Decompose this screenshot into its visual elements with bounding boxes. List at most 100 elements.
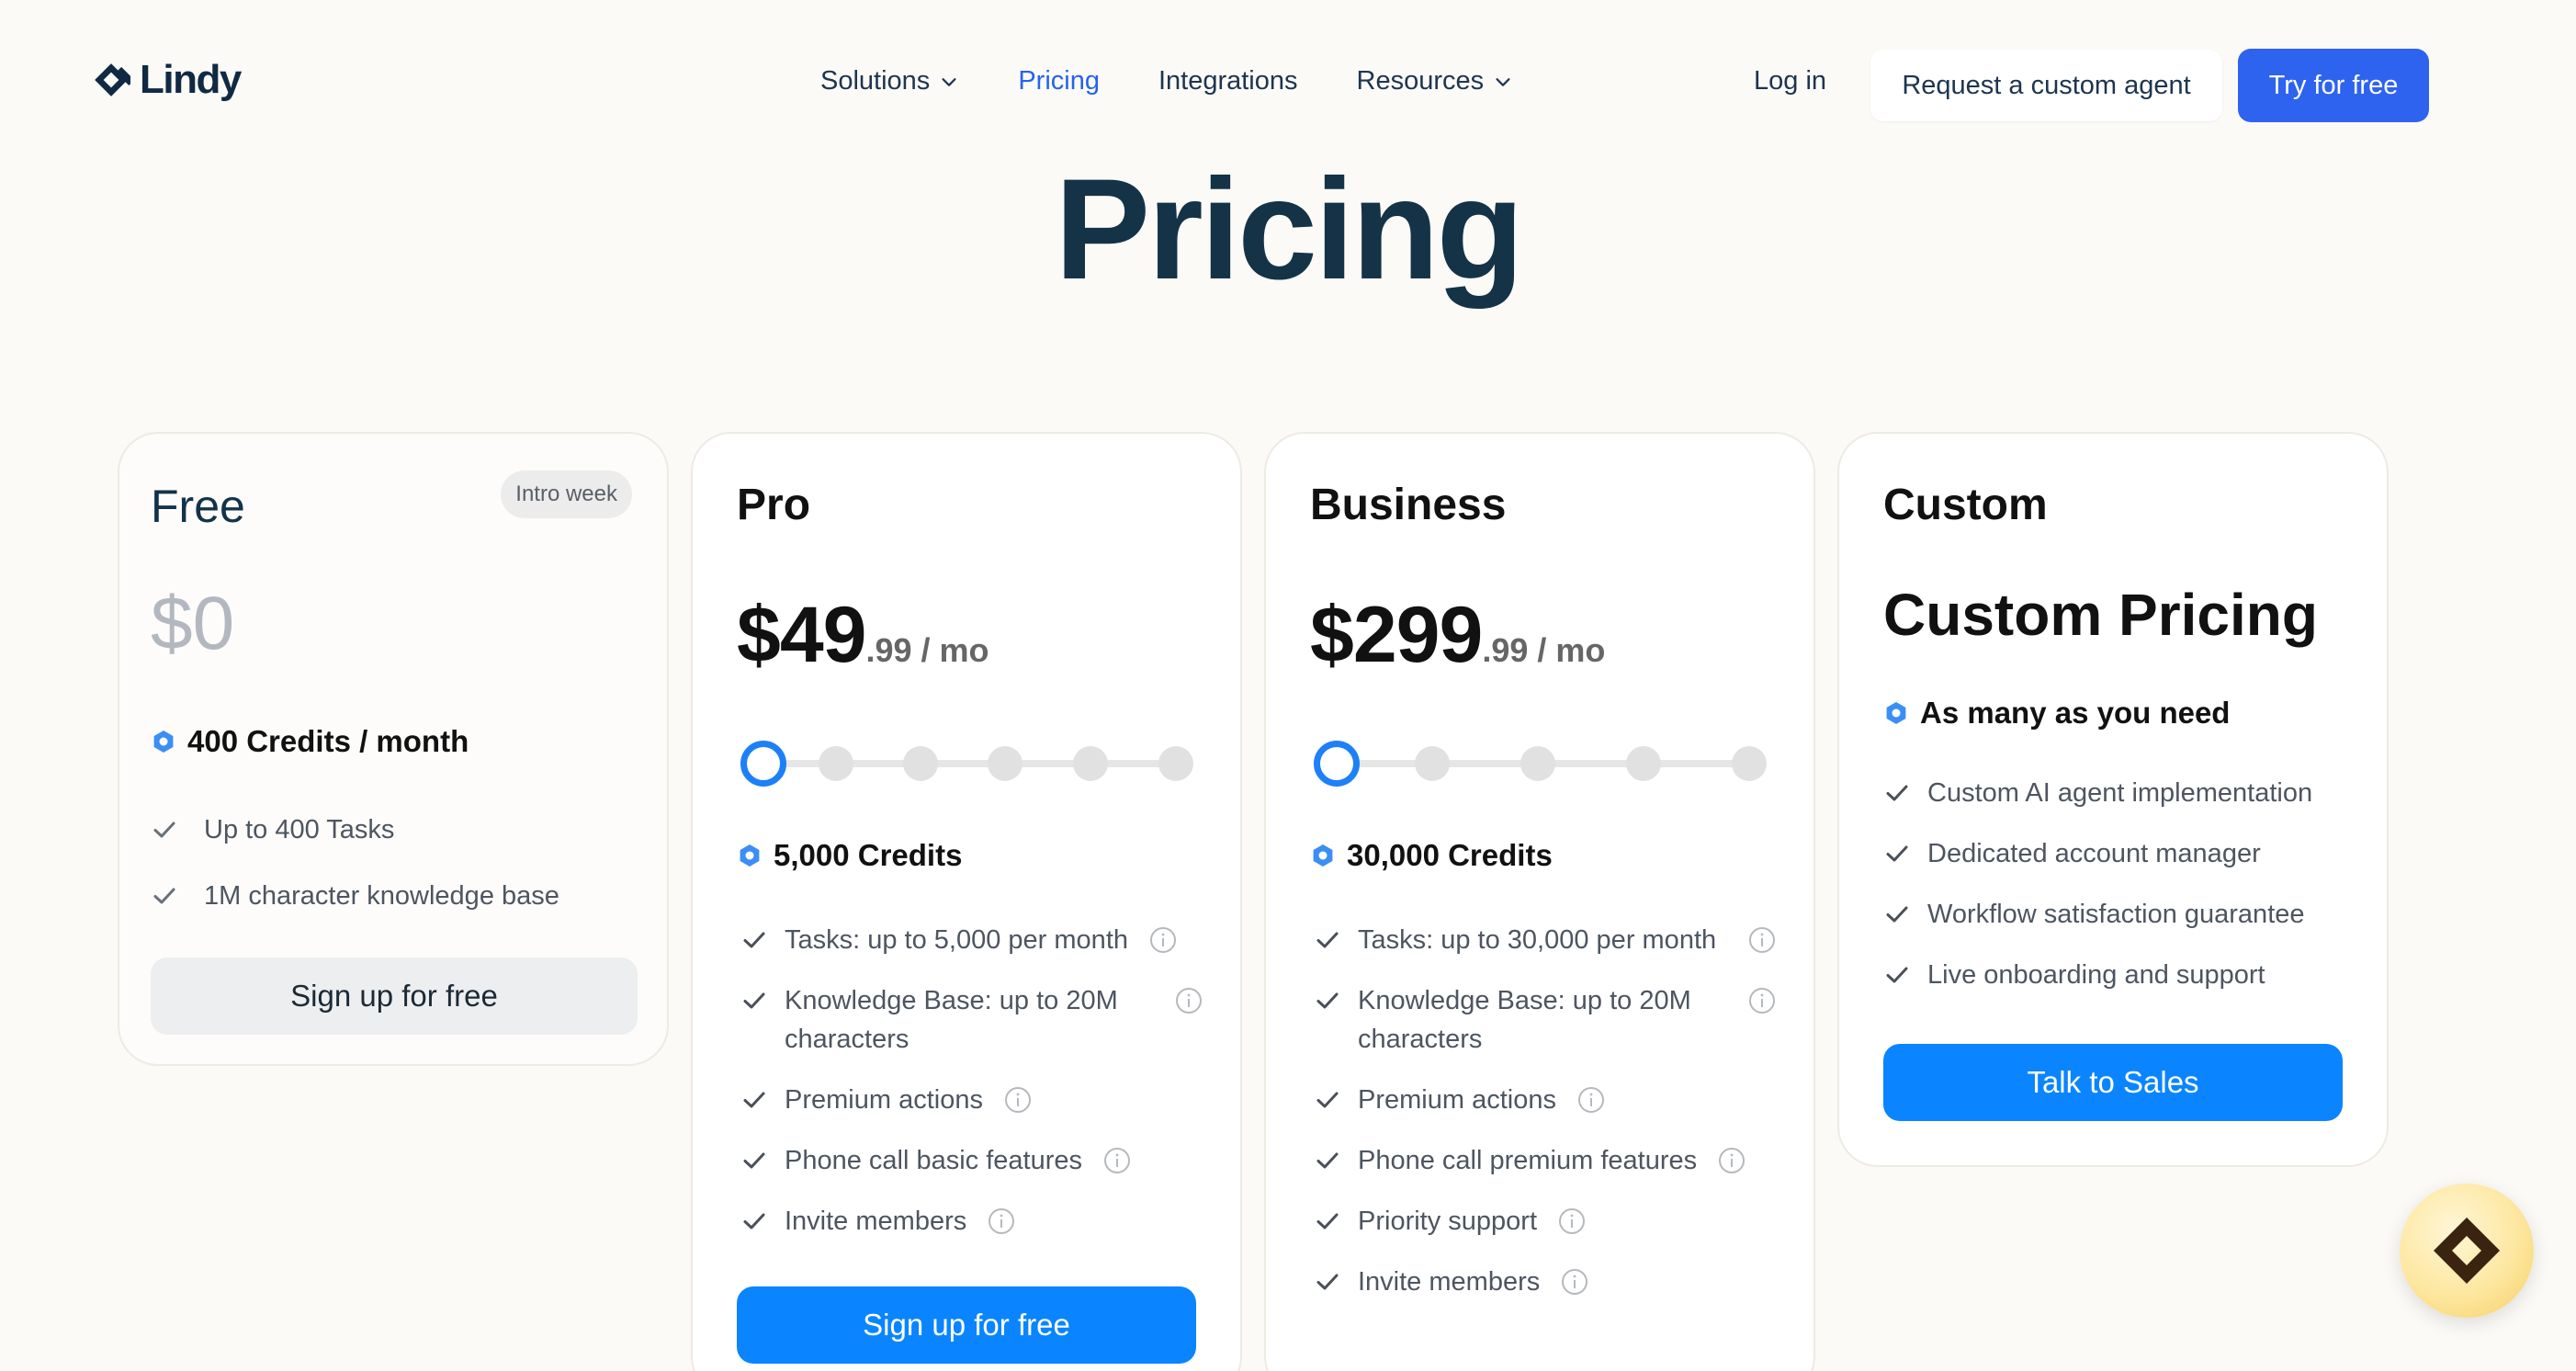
check-icon [1886,845,1908,862]
slider-step[interactable] [1073,746,1108,781]
feature-item: 1M character knowledge base [151,877,630,915]
feature-text: Invite members [1358,1267,1541,1297]
plan-name: Custom [1883,481,2048,529]
slider-handle[interactable] [740,741,786,787]
check-icon [1316,1274,1339,1290]
plan-credits-label: As many as you need [1920,696,2231,730]
info-icon[interactable] [1560,1267,1589,1297]
chevron-down-icon [1496,77,1510,86]
feature-text: Tasks: up to 5,000 per month [785,925,1128,955]
nav-integrations[interactable]: Integrations [1158,66,1298,96]
feature-item: Knowledge Base: up to 20M characters [1314,981,1777,1059]
check-icon [1316,1092,1339,1108]
feature-text: Phone call basic features [785,1146,1083,1175]
nav-pricing[interactable]: Pricing [1018,66,1100,96]
slider-step[interactable] [1520,746,1555,781]
slider-step[interactable] [988,746,1022,781]
plan-price: $49 .99 / mo [737,590,989,681]
plan-credits: As many as you need [1883,696,2230,731]
hexagon-credit-icon [1313,844,1333,867]
feature-text: Custom AI agent implementation [1927,778,2313,808]
feature-item: Invite members [740,1202,1203,1241]
feature-text: Priority support [1358,1207,1538,1236]
request-custom-agent-button[interactable]: Request a custom agent [1870,50,2222,121]
check-icon [743,1092,765,1108]
feature-text: Invite members [785,1207,967,1236]
feature-text: Knowledge Base: up to 20M characters [785,986,1118,1054]
pro-signup-button[interactable]: Sign up for free [737,1286,1196,1364]
slider-step[interactable] [1732,746,1767,781]
plan-credits-label: 5,000 Credits [774,838,963,872]
slider-step[interactable] [1626,746,1661,781]
plan-price: Custom Pricing [1883,582,2318,648]
nav-solutions[interactable]: Solutions [820,66,959,96]
price-main: $299 [1310,591,1483,679]
talk-to-sales-button[interactable]: Talk to Sales [1883,1044,2343,1121]
feature-item: Knowledge Base: up to 20M characters [740,981,1203,1059]
try-for-free-button[interactable]: Try for free [2238,49,2429,122]
feature-text: 1M character knowledge base [204,881,559,911]
brand-logo[interactable]: Lindy [92,57,242,103]
feature-item: Premium actions [1314,1081,1777,1119]
info-icon[interactable] [1102,1146,1132,1175]
check-icon [743,932,765,948]
nav-resources[interactable]: Resources [1357,66,1514,96]
feature-item: Invite members [1314,1263,1777,1301]
plan-credits: 400 Credits / month [151,724,469,759]
credits-slider[interactable] [1314,739,1773,787]
info-icon[interactable] [1148,925,1178,955]
feature-item: Workflow satisfaction guarantee [1883,895,2350,934]
nav-integrations-label: Integrations [1158,66,1298,96]
plan-card-free: Free Intro week $0 400 Credits / month U… [118,432,669,1066]
page-title: Pricing [1055,150,1524,310]
check-icon [153,821,175,838]
info-icon[interactable] [1557,1207,1587,1236]
feature-item: Live onboarding and support [1883,956,2350,994]
info-icon[interactable] [987,1207,1016,1236]
nav-solutions-label: Solutions [820,66,931,96]
feature-item: Phone call premium features [1314,1141,1777,1180]
info-icon[interactable] [1747,986,1777,1015]
hexagon-credit-icon [740,844,760,867]
login-link[interactable]: Log in [1754,66,1826,96]
intro-week-badge: Intro week [501,470,632,518]
plan-credits: 30,000 Credits [1310,838,1553,873]
main-nav: Solutions Pricing Integrations Resources [820,66,1513,96]
slider-step[interactable] [819,746,853,781]
chevron-down-icon [942,77,956,86]
feature-list: Custom AI agent implementation Dedicated… [1883,774,2350,1016]
check-icon [1886,967,1908,983]
check-icon [1886,906,1908,923]
check-icon [743,992,765,1009]
plan-name: Pro [737,481,811,529]
credits-slider[interactable] [740,739,1200,787]
check-icon [1886,785,1908,801]
chat-launcher[interactable] [2400,1184,2534,1318]
check-icon [1316,932,1339,948]
feature-text: Dedicated account manager [1927,839,2261,868]
info-icon[interactable] [1717,1146,1746,1175]
price-suffix: .99 / mo [1482,631,1606,669]
slider-step[interactable] [1158,746,1193,781]
feature-text: Tasks: up to 30,000 per month [1358,925,1717,955]
info-icon[interactable] [1576,1085,1606,1115]
feature-list: Tasks: up to 5,000 per month Knowledge B… [740,921,1203,1263]
slider-step[interactable] [1415,746,1450,781]
info-icon[interactable] [1747,925,1777,955]
free-signup-button[interactable]: Sign up for free [151,957,638,1035]
plan-credits: 5,000 Credits [737,838,962,873]
info-icon[interactable] [1003,1085,1033,1115]
info-icon[interactable] [1174,986,1203,1015]
plan-card-business: Business $299 .99 / mo 30,000 Credits Ta… [1264,432,1815,1371]
plan-card-pro: Pro $49 .99 / mo 5,000 Credits Tasks: up… [691,432,1242,1371]
nav-pricing-label: Pricing [1018,66,1100,96]
plan-credits-label: 400 Credits / month [187,724,469,758]
hexagon-credit-icon [1886,702,1906,724]
hexagon-credit-icon [153,731,174,753]
plan-name: Free [151,481,245,532]
check-icon [743,1152,765,1169]
feature-text: Knowledge Base: up to 20M characters [1358,986,1691,1054]
slider-handle[interactable] [1314,741,1360,787]
feature-text: Premium actions [1358,1085,1556,1115]
slider-step[interactable] [903,746,938,781]
